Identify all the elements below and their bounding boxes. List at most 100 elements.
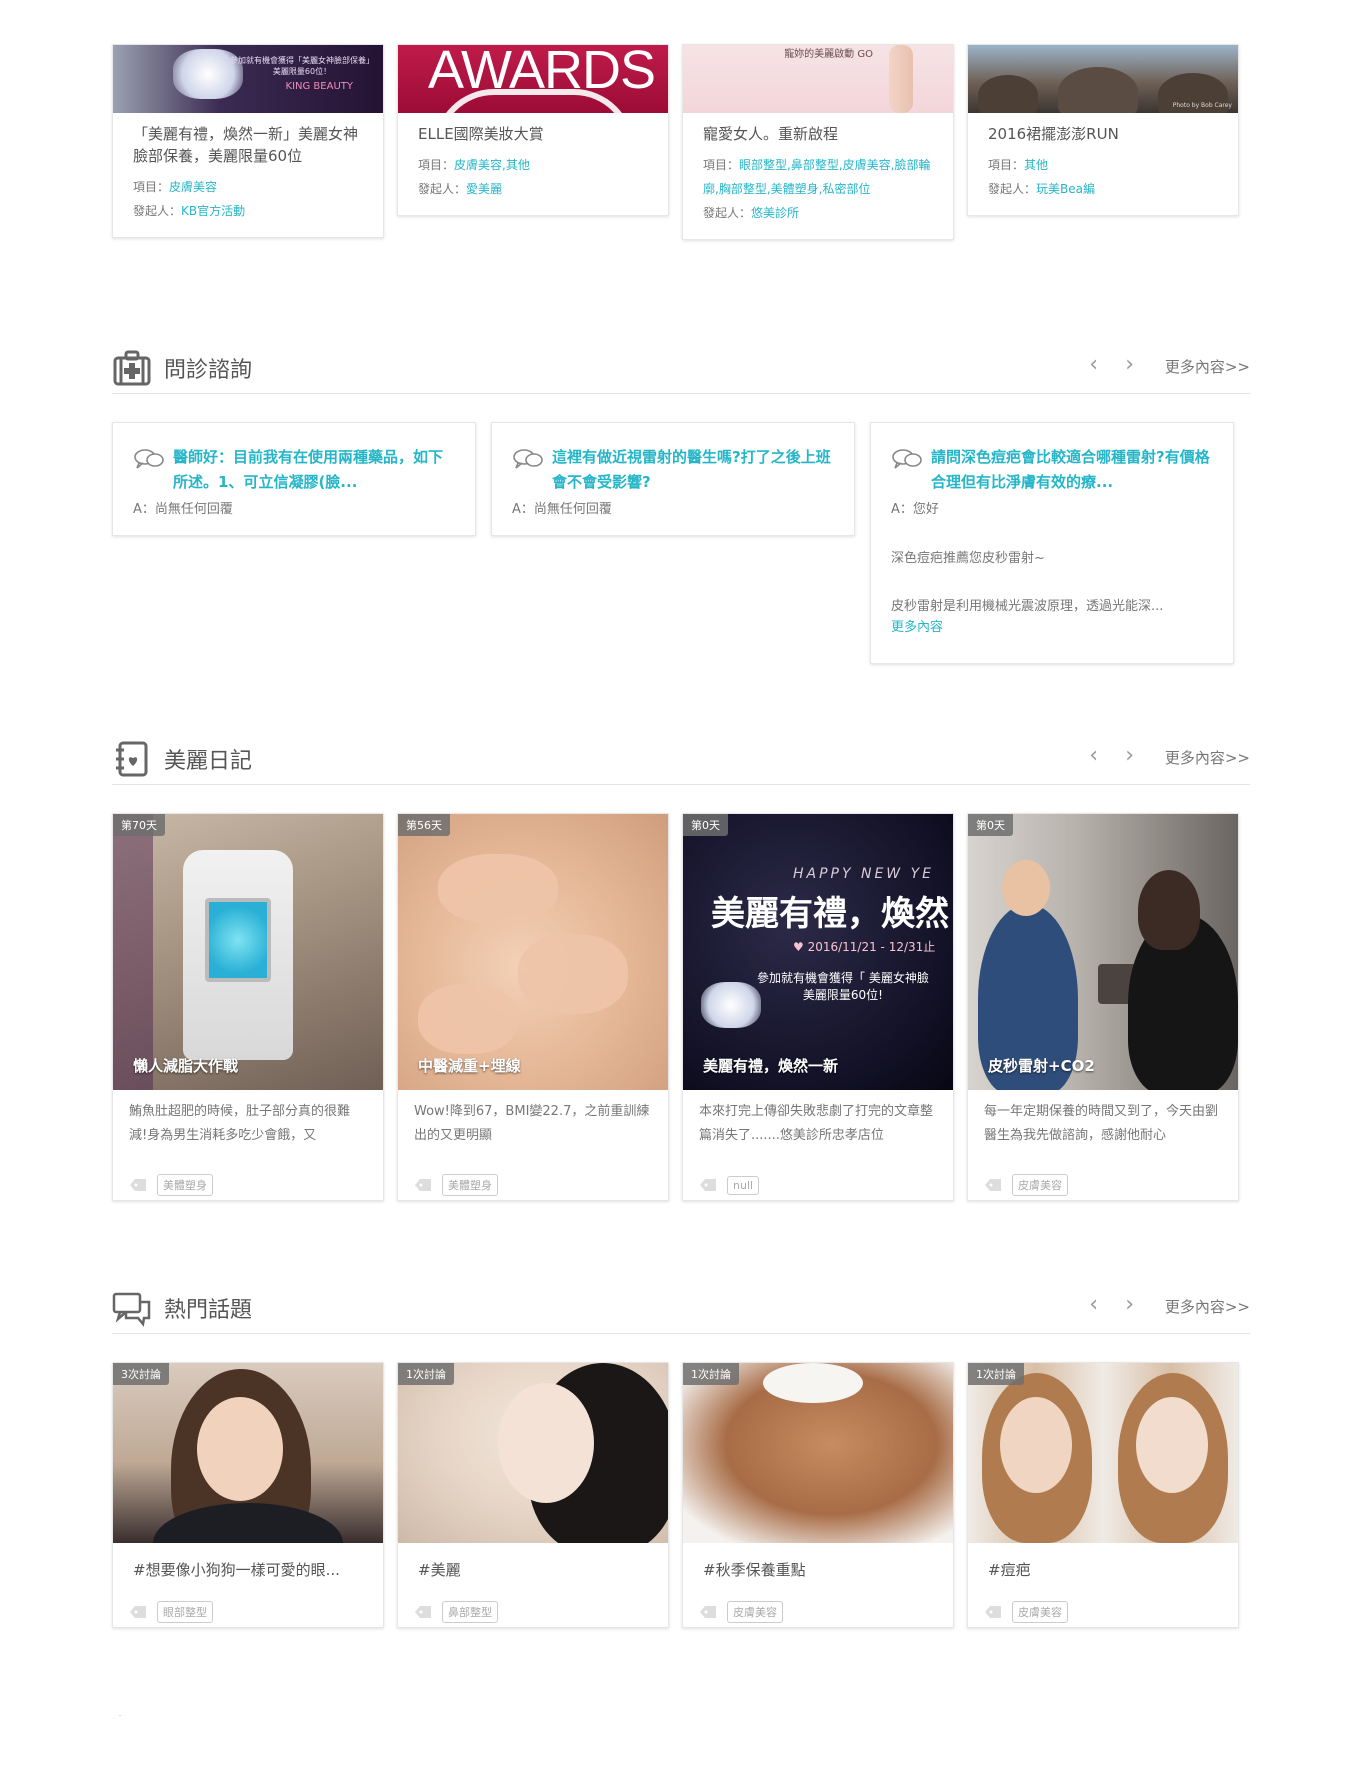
topic-card[interactable]: 1次討論 #痘疤 皮膚美容 [967, 1362, 1239, 1628]
diary-caption: 懶人減脂大作戰 [133, 1057, 239, 1075]
topic-image[interactable]: 1次討論 [683, 1363, 953, 1543]
towel-shape [763, 1363, 863, 1403]
answer-more-link[interactable]: 更多內容 [891, 617, 1211, 639]
medical-kit-icon [113, 350, 151, 386]
topic-card[interactable]: 1次討論 #秋季保養重點 皮膚美容 [682, 1362, 954, 1628]
activity-card[interactable]: 參加就有機會獲得「美麗女神臉部保養」美麗限量60位！ KING BEAUTY 「… [112, 44, 384, 238]
question-text[interactable]: 請問深色痘疤會比較適合哪種雷射?有價格合理但有比淨膚有效的療... [931, 445, 1211, 495]
initiator-link[interactable]: 愛美麗 [466, 182, 502, 196]
topic-image[interactable]: 1次討論 [398, 1363, 668, 1543]
activity-title[interactable]: 2016裙擺澎澎RUN [988, 123, 1218, 145]
consult-card[interactable]: 醫師好：目前我有在使用兩種藥品，如下所述。1、可立信凝膠(臉... A：尚無任何… [112, 422, 476, 536]
diary-caption: 美麗有禮，煥然一新 [703, 1057, 839, 1075]
topic-title[interactable]: #想要像小狗狗一樣可愛的眼... [113, 1543, 383, 1587]
more-content-link[interactable]: 更多內容>> [1165, 1296, 1250, 1317]
section-title: 熱門話題 [164, 1298, 253, 1323]
day-badge: 第70天 [113, 814, 165, 836]
activity-project: 項目：眼部整型,鼻部整型,皮膚美容,臉部輪廓,胸部整型,美體塑身,私密部位 [703, 158, 931, 196]
activity-title[interactable]: 寵愛女人。重新啟程 [703, 123, 933, 145]
answer-text: A：您好 [891, 502, 939, 517]
tag-label[interactable]: 皮膚美容 [1012, 1601, 1068, 1623]
question-text[interactable]: 醫師好：目前我有在使用兩種藥品，如下所述。1、可立信凝膠(臉... [173, 445, 453, 495]
girl-face [197, 1397, 283, 1501]
prev-arrow-icon[interactable]: ‹ [1089, 352, 1098, 377]
tag-icon [415, 1179, 431, 1191]
next-arrow-icon[interactable]: › [1125, 1292, 1134, 1317]
topic-title[interactable]: #美麗 [398, 1543, 668, 1587]
rock-shape [978, 75, 1038, 113]
diary-image[interactable]: 第70天 懶人減脂大作戰 [113, 814, 383, 1090]
topic-title[interactable]: #秋季保養重點 [683, 1543, 953, 1587]
consult-card[interactable]: 這裡有做近視雷射的醫生嗎?打了之後上班會不會受影響? A：尚無任何回覆 [491, 422, 855, 536]
tag-label[interactable]: 美體塑身 [442, 1174, 498, 1196]
activity-thumbnail-text: 寵妳的美麗啟動 GO [784, 49, 873, 60]
consult-section-header: 問診諮詢 ‹ › 更多內容>> [112, 344, 1250, 394]
topic-image[interactable]: 1次討論 [968, 1363, 1238, 1543]
answer-text: A：尚無任何回覆 [133, 502, 233, 517]
activity-initiator: 發起人：悠美診所 [703, 206, 800, 220]
consult-card[interactable]: 請問深色痘疤會比較適合哪種雷射?有價格合理但有比淨膚有效的療... A：您好 深… [870, 422, 1234, 664]
doctor-face [1002, 860, 1050, 916]
topic-card[interactable]: 1次討論 #美麗 鼻部整型 [397, 1362, 669, 1628]
prev-arrow-icon[interactable]: ‹ [1089, 743, 1098, 768]
activity-project: 項目：皮膚美容,其他 [418, 158, 530, 172]
activity-title[interactable]: ELLE國際美妝大賞 [418, 123, 648, 145]
topic-title[interactable]: #痘疤 [968, 1543, 1238, 1587]
next-arrow-icon[interactable]: › [1125, 743, 1134, 768]
activity-title[interactable]: 「美麗有禮，煥然一新」美麗女神臉部保養，美麗限量60位 [133, 123, 363, 167]
promo-heading: 美麗有禮，煥然 [711, 894, 949, 934]
activity-thumbnail[interactable]: AWARDS [398, 45, 668, 113]
project-link[interactable]: 皮膚美容 [169, 180, 217, 194]
tag-label[interactable]: 鼻部整型 [442, 1601, 498, 1623]
crystal-image [701, 982, 761, 1028]
hand-shape [518, 934, 628, 1014]
activity-card[interactable]: AWARDS ELLE國際美妝大賞 項目：皮膚美容,其他 發起人：愛美麗 [397, 44, 669, 216]
tag-label[interactable]: 皮膚美容 [727, 1601, 783, 1623]
diary-card[interactable]: HAPPY NEW YE 美麗有禮，煥然 ♥ 2016/11/21 - 12/3… [682, 813, 954, 1201]
activity-thumbnail[interactable]: Photo by Bob Carey [968, 45, 1238, 113]
more-content-link[interactable]: 更多內容>> [1165, 356, 1250, 377]
activity-cards-row: 參加就有機會獲得「美麗女神臉部保養」美麗限量60位！ KING BEAUTY 「… [112, 44, 1240, 284]
tag-icon [985, 1606, 1001, 1618]
diary-image[interactable]: 第56天 中醫減重+埋線 [398, 814, 668, 1090]
diary-image[interactable]: 第0天 皮秒雷射+CO2 [968, 814, 1238, 1090]
activity-thumbnail[interactable]: 參加就有機會獲得「美麗女神臉部保養」美麗限量60位！ KING BEAUTY [113, 45, 383, 113]
initiator-link[interactable]: 悠美診所 [751, 206, 799, 220]
clothing-shape [113, 814, 153, 1090]
diary-card[interactable]: 第0天 皮秒雷射+CO2 每一年定期保養的時間又到了，今天由劉醫生為我先做諮詢，… [967, 813, 1239, 1201]
topic-card[interactable]: 3次討論 #想要像小狗狗一樣可愛的眼... 眼部整型 [112, 1362, 384, 1628]
activity-thumbnail[interactable]: 寵妳的美麗啟動 GO [683, 45, 953, 113]
initiator-link[interactable]: KB官方活動 [181, 204, 245, 218]
photo-credit: Photo by Bob Carey [1172, 102, 1232, 109]
next-arrow-icon[interactable]: › [1125, 352, 1134, 377]
hand-shape [418, 984, 518, 1054]
topic-image[interactable]: 3次討論 [113, 1363, 383, 1543]
section-icon [118, 1715, 122, 1716]
tag-icon [700, 1179, 716, 1191]
answer-paragraph: 皮秒雷射是利用機械光震波原理，透過光能深... [891, 599, 1164, 614]
tag-icon [415, 1606, 431, 1618]
discussion-badge: 1次討論 [398, 1363, 454, 1385]
promo-heading-small: HAPPY NEW YE [793, 866, 934, 882]
diary-image[interactable]: HAPPY NEW YE 美麗有禮，煥然 ♥ 2016/11/21 - 12/3… [683, 814, 953, 1090]
question-text[interactable]: 這裡有做近視雷射的醫生嗎?打了之後上班會不會受影響? [552, 445, 832, 495]
chat-bubble-icon [892, 449, 922, 469]
tag-label[interactable]: null [727, 1175, 760, 1195]
diary-card[interactable]: 第56天 中醫減重+埋線 Wow!降到67，BMI變22.7，之前重訓練出的又更… [397, 813, 669, 1201]
project-link[interactable]: 皮膚美容,其他 [454, 158, 530, 172]
diary-card[interactable]: 第70天 懶人減脂大作戰 鮪魚肚超肥的時候，肚子部分真的很難減!身為男生消耗多吃… [112, 813, 384, 1201]
chat-bubble-icon [513, 449, 543, 469]
machine-screen [205, 898, 271, 982]
activity-card[interactable]: 寵妳的美麗啟動 GO 寵愛女人。重新啟程 項目：眼部整型,鼻部整型,皮膚美容,臉… [682, 44, 954, 240]
tag-label[interactable]: 美體塑身 [157, 1174, 213, 1196]
initiator-link[interactable]: 玩美Bea編 [1036, 182, 1095, 196]
activity-card[interactable]: Photo by Bob Carey 2016裙擺澎澎RUN 項目：其他 發起人… [967, 44, 1239, 216]
tag-label[interactable]: 眼部整型 [157, 1601, 213, 1623]
diary-caption: 中醫減重+埋線 [418, 1057, 521, 1075]
prev-arrow-icon[interactable]: ‹ [1089, 1292, 1098, 1317]
tag-label[interactable]: 皮膚美容 [1012, 1174, 1068, 1196]
patient-hair [1138, 870, 1200, 950]
more-content-link[interactable]: 更多內容>> [1165, 747, 1250, 768]
diary-description: 本來打完上傳卻失敗悲劇了打完的文章整篇消失了.......悠美診所忠孝店位 [699, 1104, 934, 1143]
project-link[interactable]: 其他 [1024, 158, 1048, 172]
